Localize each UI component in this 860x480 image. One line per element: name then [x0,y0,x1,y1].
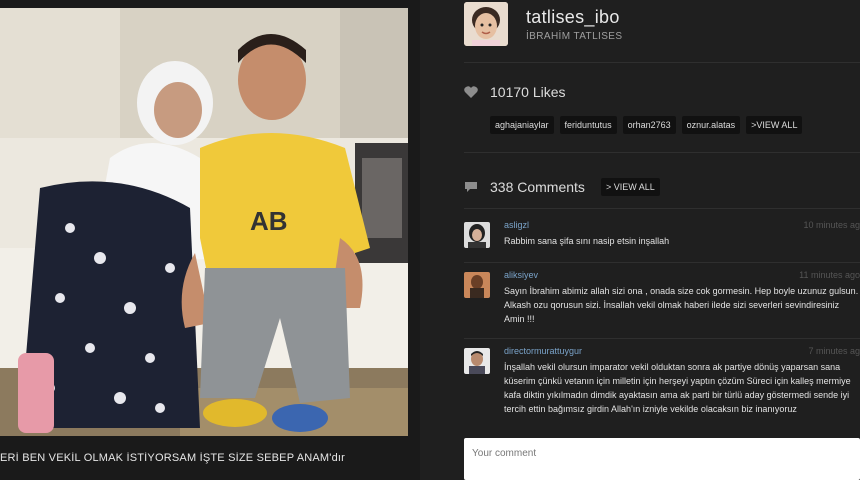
comment-username[interactable]: directormurattuygur [504,346,582,356]
comment-avatar[interactable] [464,348,490,374]
comment-time: 7 minutes ag [808,346,860,356]
heart-icon [464,86,478,98]
comment-item: asligzl 10 minutes ag Rabbim sana şifa s… [464,220,860,260]
svg-text:AB: AB [250,206,288,236]
divider [464,208,860,209]
comments-count: 338 Comments [490,179,585,195]
liker-tag[interactable]: feriduntutus [559,116,617,134]
comment-item: directormurattuygur 7 minutes ag İnşalla… [464,346,860,436]
profile-username[interactable]: tatlises_ibo [526,7,622,28]
divider [464,338,860,339]
comment-text: Sayın İbrahim abimiz allah sizi ona , on… [504,286,859,324]
view-all-likes-button[interactable]: >VIEW ALL [746,116,803,134]
comment-text: Rabbim sana şifa sını nasip etsin inşall… [504,236,670,246]
view-all-comments-button[interactable]: > VIEW ALL [600,178,660,196]
profile-fullname: İBRAHİM TATLISES [526,30,623,42]
photo-panel: AB ERİ BEN VEKİL OLMAK İSTİYORSAM İŞTE S… [0,0,420,480]
comments-header: 338 Comments > VIEW ALL [464,178,660,196]
profile-avatar[interactable] [464,2,508,46]
comment-text: İnşallah vekil olursun imparator vekil o… [504,362,851,414]
divider [464,152,860,153]
divider [464,62,860,63]
post-info-panel: tatlises_ibo İBRAHİM TATLISES 10170 Like… [420,0,860,480]
comment-username[interactable]: asligzl [504,220,529,230]
comment-avatar[interactable] [464,222,490,248]
post-caption: ERİ BEN VEKİL OLMAK İSTİYORSAM İŞTE SİZE… [0,452,346,464]
divider [464,262,860,263]
comment-item: aliksiyev 11 minutes ago Sayın İbrahim a… [464,270,860,334]
comment-time: 10 minutes ag [803,220,860,230]
likes-row: 10170 Likes [464,84,566,100]
post-photo[interactable]: AB [0,8,408,436]
liker-tag[interactable]: aghajaniaylar [490,116,554,134]
comment-time: 11 minutes ago [799,270,860,280]
speech-bubble-icon [465,182,477,192]
liker-tag[interactable]: oznur.alatas [681,116,741,134]
liker-tag[interactable]: orhan2763 [622,116,676,134]
comment-input-placeholder: Your comment [472,448,537,459]
comment-input[interactable]: Your comment [464,438,860,480]
likers-tags: aghajaniaylar feriduntutus orhan2763 ozn… [490,116,803,134]
comment-avatar[interactable] [464,272,490,298]
profile-header: tatlises_ibo İBRAHİM TATLISES [464,0,622,48]
likes-count: 10170 Likes [490,84,566,100]
comment-username[interactable]: aliksiyev [504,270,538,280]
